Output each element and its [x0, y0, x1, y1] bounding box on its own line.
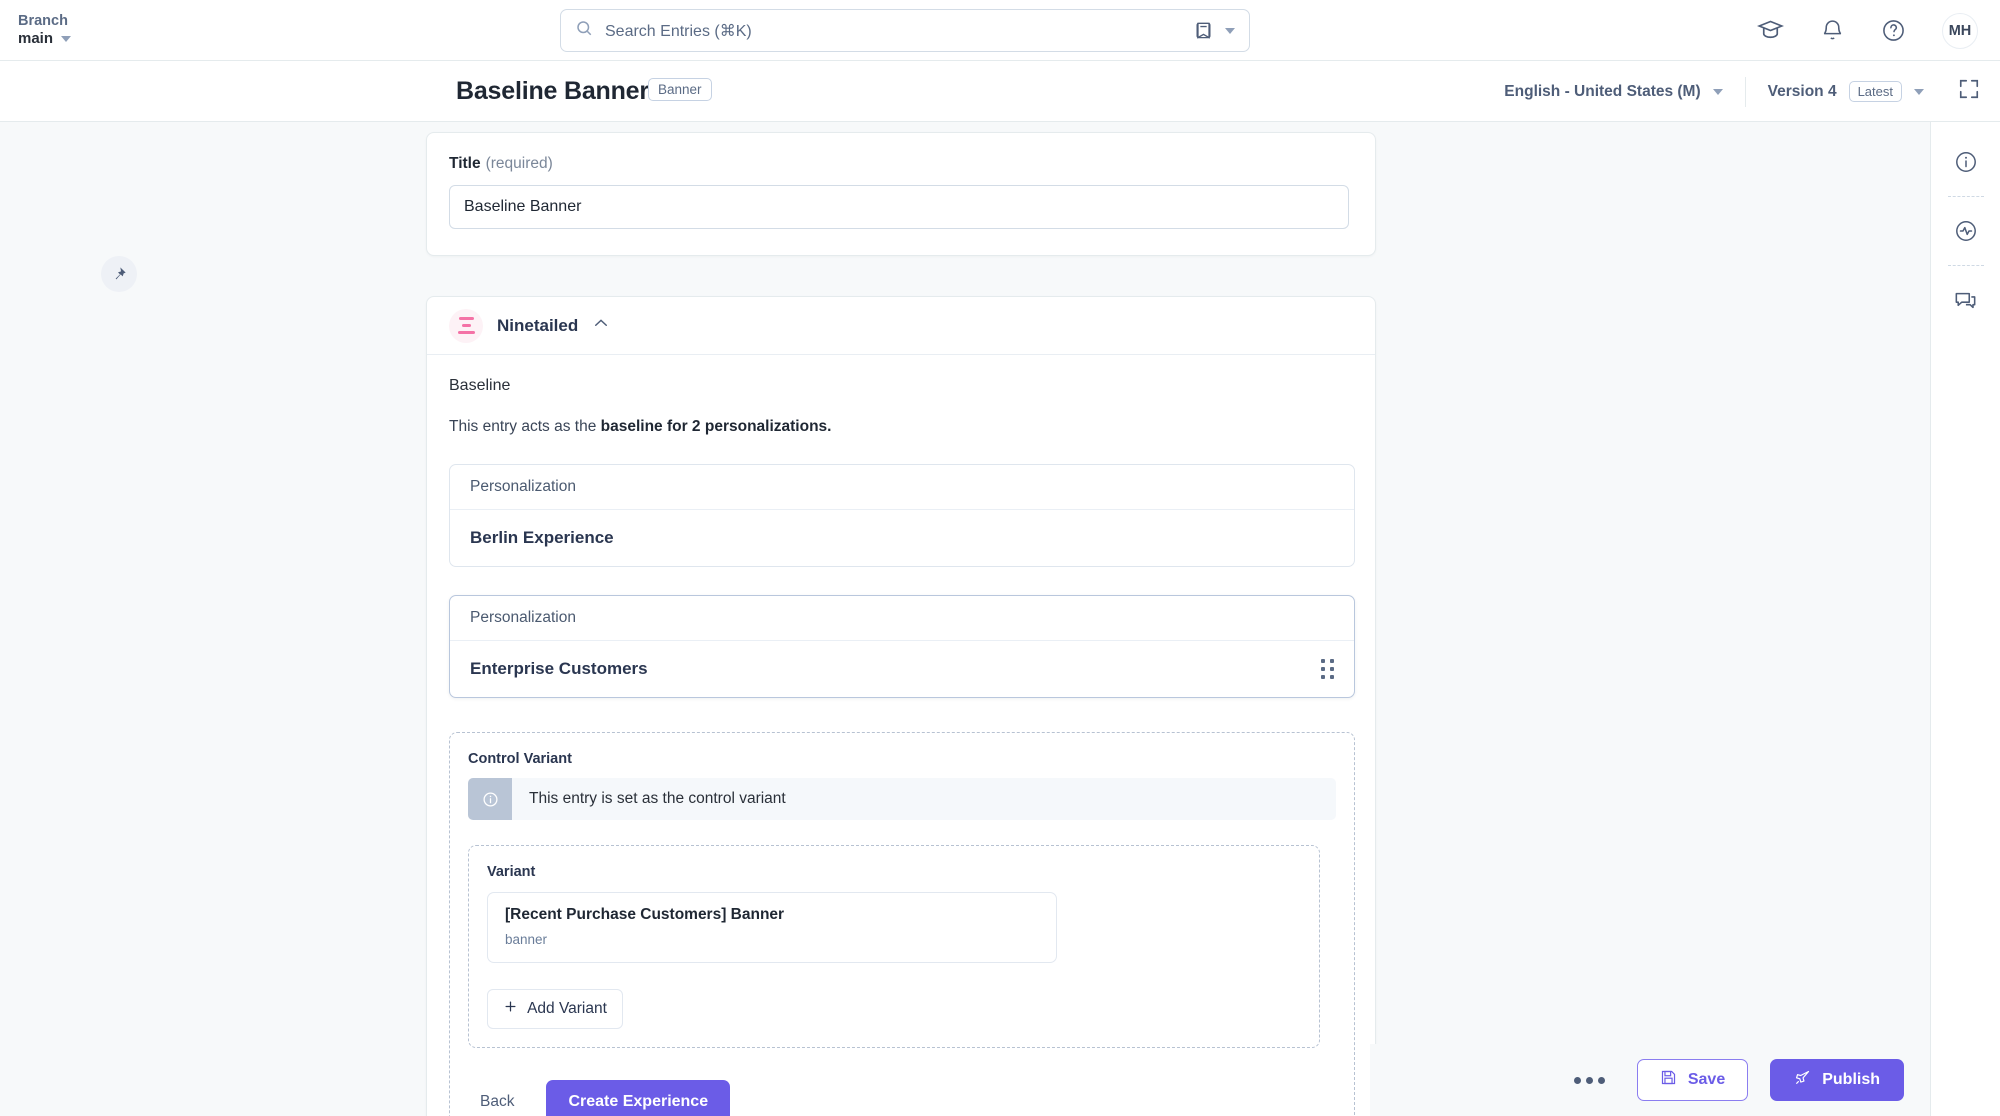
- personalization-card-body: Enterprise Customers: [450, 641, 1354, 697]
- personalization-card[interactable]: Personalization Enterprise Customers: [449, 595, 1355, 698]
- personalization-card-body: Berlin Experience: [450, 510, 1354, 566]
- personalization-name: Enterprise Customers: [470, 659, 648, 678]
- personalization-name: Berlin Experience: [470, 528, 614, 547]
- version-selector[interactable]: Version 4 Latest: [1768, 81, 1924, 102]
- info-icon: [468, 778, 512, 820]
- variant-label: Variant: [487, 864, 536, 880]
- top-bar-actions: MH: [1757, 0, 1978, 61]
- title-field-label: Title (required): [449, 155, 1353, 173]
- version-status-badge: Latest: [1848, 81, 1902, 102]
- branch-label: Branch: [18, 12, 68, 29]
- search-placeholder: Search Entries (⌘K): [605, 22, 752, 40]
- header-actions: English - United States (M) Version 4 La…: [1504, 61, 2000, 122]
- baseline-heading: Baseline: [449, 377, 511, 394]
- title-input-value: Baseline Banner: [464, 198, 582, 215]
- saved-views-icon[interactable]: [1194, 21, 1213, 40]
- create-experience-button[interactable]: Create Experience: [546, 1080, 731, 1116]
- chevron-down-icon: [1914, 88, 1924, 95]
- page-title: Baseline Banner: [456, 76, 649, 105]
- variant-entry-title: [Recent Purchase Customers] Banner: [505, 906, 785, 923]
- personalization-card-header: Personalization: [450, 596, 1354, 641]
- publish-label: Publish: [1822, 1071, 1880, 1088]
- locale-selector[interactable]: English - United States (M): [1504, 82, 1723, 101]
- variant-entry-card[interactable]: [Recent Purchase Customers] Banner banne…: [487, 892, 1057, 963]
- extension-header: Ninetailed: [427, 297, 1375, 355]
- top-bar: Branch main Search Entries (⌘K) MH: [0, 0, 2000, 61]
- content-type-tag: Banner: [648, 78, 712, 101]
- personalization-card-header: Personalization: [450, 465, 1354, 510]
- title-required-hint: (required): [485, 155, 553, 172]
- title-field-card: Title (required) Baseline Banner: [426, 132, 1376, 256]
- rail-divider: [1947, 265, 1984, 266]
- baseline-description: This entry acts as the baseline for 2 pe…: [449, 418, 1353, 436]
- branch-value: main: [18, 30, 228, 49]
- baseline-description-strong: baseline for 2 personalizations.: [600, 418, 832, 435]
- logo-bar: [458, 316, 474, 321]
- more-horizontal-icon[interactable]: [1564, 1067, 1615, 1094]
- back-button[interactable]: Back: [468, 1093, 526, 1111]
- search-icon: [575, 19, 593, 42]
- version-label: Version 4: [1767, 82, 1837, 100]
- experience-editor: Control Variant This entry is set as the…: [449, 732, 1355, 1116]
- pin-icon[interactable]: [101, 256, 137, 292]
- add-variant-button[interactable]: Add Variant: [487, 989, 623, 1029]
- entry-canvas: Title (required) Baseline Banner Ninetail…: [0, 122, 2000, 1116]
- baseline-description-prefix: This entry acts as the: [449, 418, 601, 435]
- extension-name: Ninetailed: [497, 315, 579, 335]
- variant-section: Variant [Recent Purchase Customers] Bann…: [468, 845, 1320, 1048]
- plus-icon: [503, 999, 518, 1019]
- entry-action-bar: Save Publish: [1370, 1044, 1930, 1116]
- entry-form: Title (required) Baseline Banner Ninetail…: [426, 122, 1376, 1116]
- branch-selector[interactable]: Branch main: [18, 12, 228, 49]
- save-label: Save: [1687, 1071, 1726, 1088]
- search-dropdown-icon[interactable]: [1225, 27, 1235, 34]
- comments-icon[interactable]: [1944, 278, 1988, 322]
- extension-body: Baseline This entry acts as the baseline…: [427, 355, 1375, 1116]
- logo-bar: [461, 323, 471, 328]
- save-button[interactable]: Save: [1636, 1059, 1749, 1101]
- control-variant-info-banner: This entry is set as the control variant: [468, 778, 1336, 820]
- drag-handle-icon[interactable]: [1321, 659, 1334, 679]
- floppy-disk-icon: [1660, 1069, 1677, 1091]
- ninetailed-extension-card: Ninetailed Baseline This entry acts as t…: [426, 296, 1376, 1116]
- experience-footer: Back Create Experience: [468, 1080, 1336, 1116]
- rocket-icon: [1794, 1069, 1811, 1091]
- info-icon[interactable]: [1944, 140, 1988, 184]
- control-variant-info-text: This entry is set as the control variant: [529, 790, 786, 807]
- locale-label: English - United States (M): [1504, 82, 1701, 100]
- chevron-up-icon[interactable]: [592, 314, 610, 337]
- bell-icon[interactable]: [1820, 18, 1845, 43]
- right-rail: [1930, 122, 2000, 1116]
- variant-entry-subtitle: banner: [505, 932, 548, 947]
- search-input[interactable]: Search Entries (⌘K): [560, 9, 1250, 52]
- activity-icon[interactable]: [1944, 209, 1988, 253]
- avatar[interactable]: MH: [1942, 12, 1978, 49]
- fullscreen-icon[interactable]: [1958, 78, 1980, 105]
- help-circle-icon[interactable]: [1881, 18, 1906, 43]
- title-input[interactable]: Baseline Banner: [449, 185, 1349, 229]
- branch-name: main: [18, 29, 54, 47]
- graduation-cap-icon[interactable]: [1757, 17, 1784, 44]
- chevron-down-icon: [61, 36, 72, 43]
- app-root: Branch main Search Entries (⌘K) MH Basel…: [0, 0, 2000, 1116]
- header-divider: [1744, 76, 1746, 107]
- left-rail: [0, 122, 210, 1116]
- personalization-card[interactable]: Personalization Berlin Experience: [449, 464, 1355, 567]
- rail-divider: [1947, 196, 1984, 197]
- chevron-down-icon: [1712, 88, 1723, 95]
- publish-button[interactable]: Publish: [1770, 1059, 1904, 1101]
- logo-bar: [457, 330, 475, 335]
- control-variant-label: Control Variant: [468, 751, 572, 767]
- chevron-down-icon: [1225, 27, 1235, 34]
- ninetailed-logo-icon: [449, 308, 483, 343]
- add-variant-label: Add Variant: [527, 1000, 607, 1017]
- title-label-text: Title: [449, 155, 481, 172]
- entry-header: Baseline Banner Banner English - United …: [0, 61, 2000, 122]
